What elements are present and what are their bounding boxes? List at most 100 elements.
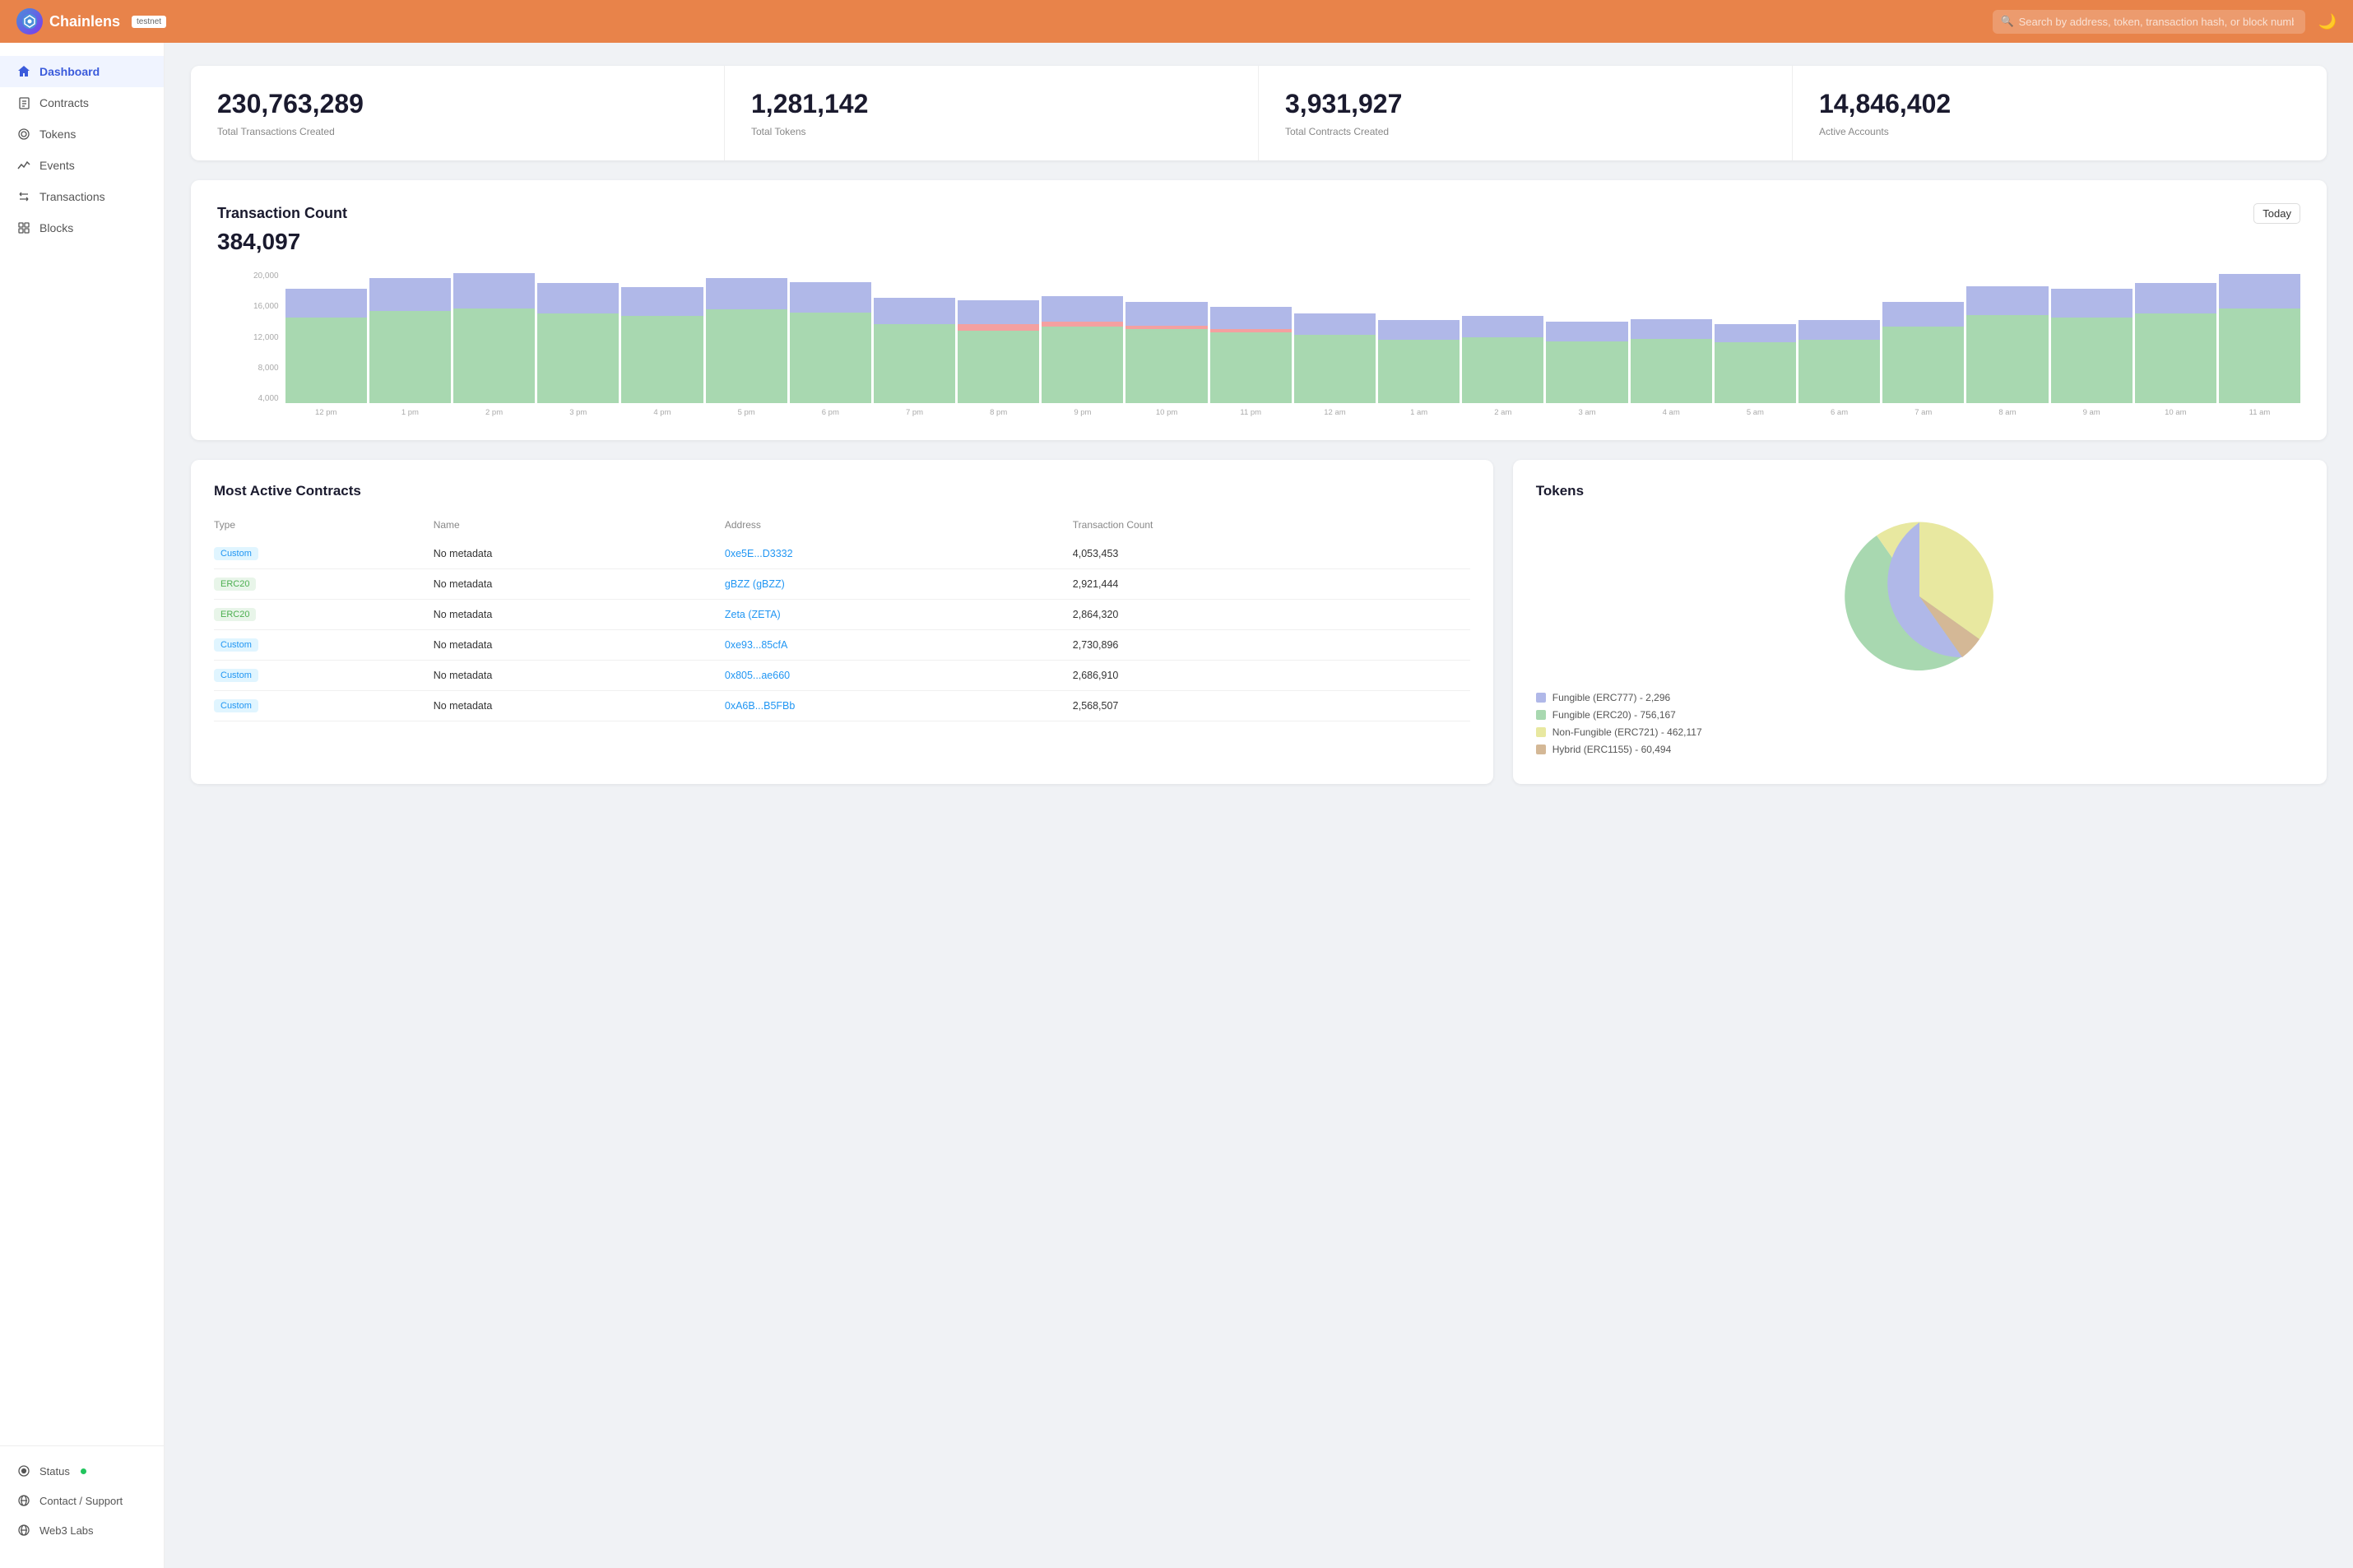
bar-segment-purple	[790, 282, 871, 313]
contract-address[interactable]: 0xA6B...B5FBb	[725, 691, 1073, 721]
sidebar-item-web3labs[interactable]: Web3 Labs	[0, 1515, 164, 1545]
bar-segment-green	[1125, 329, 1207, 403]
bar-segment-green	[1631, 339, 1712, 403]
contract-address[interactable]: Zeta (ZETA)	[725, 600, 1073, 630]
contract-address-link[interactable]: gBZZ (gBZZ)	[725, 578, 785, 590]
app-header: Chainlens testnet 🔍 🌙	[0, 0, 2353, 43]
bar-group	[1378, 271, 1460, 403]
sidebar-item-status[interactable]: Status	[0, 1456, 164, 1486]
legend-dot	[1536, 745, 1546, 754]
sidebar-label-events: Events	[39, 159, 75, 172]
contract-tx-count: 2,730,896	[1073, 630, 1470, 661]
col-name: Name	[434, 514, 725, 539]
sidebar-item-tokens[interactable]: Tokens	[0, 118, 164, 150]
y-label-4: 20,000	[253, 271, 279, 281]
bar-segment-green	[1294, 335, 1376, 403]
contact-icon	[16, 1493, 31, 1508]
bar-segment-green	[1042, 327, 1123, 403]
contract-address[interactable]: 0xe93...85cfA	[725, 630, 1073, 661]
network-badge: testnet	[132, 16, 166, 28]
sidebar-item-transactions[interactable]: Transactions	[0, 181, 164, 212]
x-label: 12 pm	[285, 408, 367, 417]
bar-group	[874, 271, 955, 403]
events-icon	[16, 158, 31, 173]
x-label: 7 am	[1882, 408, 1964, 417]
bar-segment-green	[1966, 315, 2048, 403]
table-row: CustomNo metadata0xe5E...D33324,053,453	[214, 539, 1470, 569]
bar-segment-green	[1715, 342, 1796, 403]
x-label: 4 am	[1631, 408, 1712, 417]
sidebar-label-web3labs: Web3 Labs	[39, 1524, 94, 1537]
file-icon	[16, 95, 31, 110]
sidebar-label-transactions: Transactions	[39, 190, 105, 203]
x-label: 8 am	[1966, 408, 2048, 417]
sidebar-item-blocks[interactable]: Blocks	[0, 212, 164, 244]
contract-address-link[interactable]: 0xA6B...B5FBb	[725, 700, 795, 712]
app-name: Chainlens	[49, 13, 120, 30]
logo-icon	[16, 8, 43, 35]
sidebar-item-events[interactable]: Events	[0, 150, 164, 181]
contract-address[interactable]: gBZZ (gBZZ)	[725, 569, 1073, 600]
x-label: 6 am	[1798, 408, 1880, 417]
transaction-chart-card: Transaction Count Today 384,097 4,000 8,…	[191, 180, 2327, 440]
contracts-table-body: CustomNo metadata0xe5E...D33324,053,453 E…	[214, 539, 1470, 721]
search-input[interactable]	[1993, 10, 2305, 34]
sidebar-label-blocks: Blocks	[39, 221, 73, 234]
contract-name: No metadata	[434, 691, 725, 721]
bar-segment-purple	[453, 273, 535, 308]
most-active-contracts-card: Most Active Contracts Type Name Address …	[191, 460, 1493, 784]
x-label: 6 pm	[790, 408, 871, 417]
x-label: 1 pm	[369, 408, 451, 417]
bar-group	[1631, 271, 1712, 403]
contract-type-badge: ERC20	[214, 608, 256, 621]
sidebar-label-contact: Contact / Support	[39, 1495, 123, 1507]
table-row: CustomNo metadata0xA6B...B5FBb2,568,507	[214, 691, 1470, 721]
contract-type-badge: Custom	[214, 699, 258, 712]
contract-address-link[interactable]: Zeta (ZETA)	[725, 609, 781, 620]
stat-label-tokens: Total Tokens	[751, 126, 1232, 137]
chart-count: 384,097	[217, 229, 2300, 255]
bar-segment-purple	[1715, 324, 1796, 342]
contracts-card-title: Most Active Contracts	[214, 483, 1470, 499]
bar-group	[2135, 271, 2216, 403]
bar-chart	[285, 271, 2300, 403]
contract-address-link[interactable]: 0xe5E...D3332	[725, 548, 793, 559]
bar-segment-purple	[2135, 283, 2216, 313]
y-label-2: 12,000	[253, 333, 279, 342]
legend-dot	[1536, 727, 1546, 737]
col-address: Address	[725, 514, 1073, 539]
legend-dot	[1536, 693, 1546, 703]
sidebar-item-contracts[interactable]: Contracts	[0, 87, 164, 118]
theme-toggle-icon[interactable]: 🌙	[2318, 13, 2337, 30]
stat-value-tokens: 1,281,142	[751, 89, 1232, 119]
bar-segment-purple	[537, 283, 619, 313]
x-label: 5 pm	[706, 408, 787, 417]
bar-group	[537, 271, 619, 403]
bar-group	[1462, 271, 1543, 403]
legend-item: Fungible (ERC777) - 2,296	[1536, 692, 2304, 703]
contract-address[interactable]: 0x805...ae660	[725, 661, 1073, 691]
contract-address-link[interactable]: 0xe93...85cfA	[725, 639, 787, 651]
sidebar-label-status: Status	[39, 1465, 70, 1478]
contract-tx-count: 2,921,444	[1073, 569, 1470, 600]
x-label: 8 pm	[958, 408, 1039, 417]
contract-address-link[interactable]: 0x805...ae660	[725, 670, 790, 681]
bar-segment-green	[369, 311, 451, 403]
bar-segment-green	[1798, 340, 1880, 403]
sidebar-item-contact[interactable]: Contact / Support	[0, 1486, 164, 1515]
bar-segment-purple	[958, 300, 1039, 324]
y-label-3: 16,000	[253, 302, 279, 311]
x-label: 12 am	[1294, 408, 1376, 417]
contract-address[interactable]: 0xe5E...D3332	[725, 539, 1073, 569]
chart-filter-button[interactable]: Today	[2253, 203, 2300, 224]
bar-group	[1798, 271, 1880, 403]
bar-group	[453, 271, 535, 403]
bar-segment-purple	[1798, 320, 1880, 340]
sidebar-item-dashboard[interactable]: Dashboard	[0, 56, 164, 87]
col-tx-count: Transaction Count	[1073, 514, 1470, 539]
legend-item: Hybrid (ERC1155) - 60,494	[1536, 744, 2304, 755]
stat-value-accounts: 14,846,402	[1819, 89, 2300, 119]
main-content: 230,763,289 Total Transactions Created 1…	[165, 43, 2353, 1568]
legend-label: Hybrid (ERC1155) - 60,494	[1552, 744, 1672, 755]
contract-type-badge: Custom	[214, 638, 258, 652]
